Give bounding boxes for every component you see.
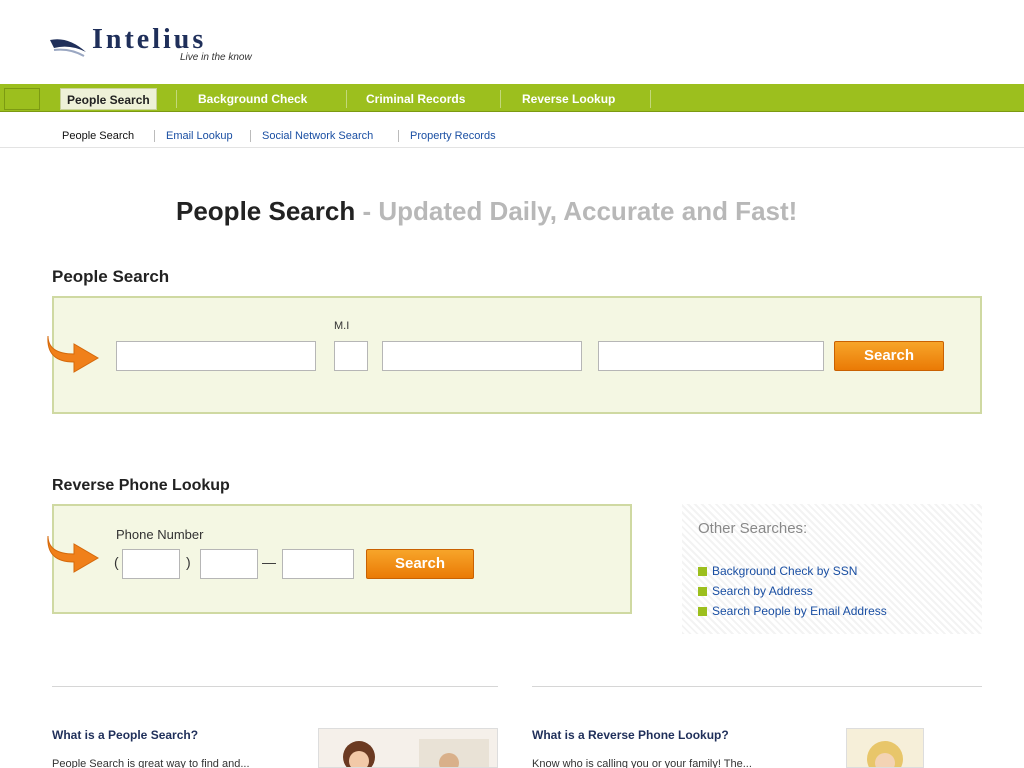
tab-criminal-records[interactable]: Criminal Records: [360, 88, 471, 110]
logo-tagline: Live in the know: [180, 52, 252, 63]
people-search-button[interactable]: Search: [834, 341, 944, 371]
other-search-link[interactable]: Background Check by SSN: [698, 564, 857, 578]
other-searches-title: Other Searches:: [698, 520, 808, 537]
other-search-link[interactable]: Search People by Email Address: [698, 604, 887, 618]
column-divider: [532, 686, 982, 687]
nav-divider: [650, 90, 651, 108]
subnav-social-network-search[interactable]: Social Network Search: [262, 130, 373, 142]
subnav-divider: [154, 130, 155, 142]
subnav-divider: [250, 130, 251, 142]
other-search-label: Search by Address: [712, 584, 813, 598]
page-title-tagline: - Updated Daily, Accurate and Fast!: [362, 196, 798, 226]
nav-divider: [346, 90, 347, 108]
page-title: People Search - Updated Daily, Accurate …: [176, 196, 797, 227]
reverse-phone-search-button[interactable]: Search: [366, 549, 474, 579]
arrow-icon: [47, 335, 99, 373]
subnav-people-search[interactable]: People Search: [62, 130, 134, 142]
bullet-icon: [698, 567, 707, 577]
page-title-strong: People Search: [176, 196, 356, 226]
phone-photo: [846, 728, 924, 768]
close-paren: ): [186, 554, 191, 570]
last-name-input[interactable]: [382, 341, 582, 371]
tab-background-check[interactable]: Background Check: [192, 88, 313, 110]
tab-reverse-lookup[interactable]: Reverse Lookup: [516, 88, 621, 110]
subnav-property-records[interactable]: Property Records: [410, 130, 496, 142]
city-state-input[interactable]: [598, 341, 824, 371]
area-code-input[interactable]: [122, 549, 180, 579]
bullet-icon: [698, 607, 707, 617]
people-photo: [318, 728, 498, 768]
column-divider: [52, 686, 498, 687]
subnav-divider: [398, 130, 399, 142]
other-search-label: Background Check by SSN: [712, 564, 858, 578]
sub-nav: People Search Email Lookup Social Networ…: [0, 118, 1024, 148]
reverse-phone-heading: Reverse Phone Lookup: [52, 477, 230, 494]
swoosh-icon: [50, 39, 86, 57]
phone-photo-illustration: [847, 729, 923, 767]
people-search-info-text: People Search is great way to find and..…: [52, 758, 250, 768]
phone-number-label: Phone Number: [116, 527, 204, 542]
reverse-lookup-info-text: Know who is calling you or your family! …: [532, 758, 752, 768]
open-paren: (: [114, 554, 119, 570]
arrow-icon: [47, 535, 99, 573]
other-search-link[interactable]: Search by Address: [698, 584, 813, 598]
first-name-input[interactable]: [116, 341, 316, 371]
phone-dash: —: [262, 554, 276, 570]
middle-initial-input[interactable]: [334, 341, 368, 371]
main-nav: People Search Background Check Criminal …: [0, 84, 1024, 112]
bullet-icon: [698, 587, 707, 597]
people-search-heading: People Search: [52, 267, 170, 286]
tab-people-search[interactable]: People Search: [60, 88, 157, 110]
nav-left-button[interactable]: [4, 88, 40, 110]
mi-label: M.I: [334, 320, 350, 332]
logo[interactable]: Intelius Live in the know: [44, 10, 282, 64]
subnav-email-lookup[interactable]: Email Lookup: [166, 130, 233, 142]
people-search-info-heading: What is a People Search?: [52, 728, 199, 742]
people-photo-illustration: [319, 729, 497, 767]
phone-line-input[interactable]: [282, 549, 354, 579]
page: Intelius Live in the know People Search …: [0, 0, 1024, 768]
top-right-button[interactable]: [884, 18, 994, 42]
nav-divider: [176, 90, 177, 108]
phone-prefix-input[interactable]: [200, 549, 258, 579]
other-search-label: Search People by Email Address: [712, 604, 887, 618]
other-searches-panel: Other Searches: Background Check by SSN …: [682, 504, 982, 634]
nav-divider: [500, 90, 501, 108]
reverse-lookup-info-heading: What is a Reverse Phone Lookup?: [532, 728, 729, 742]
